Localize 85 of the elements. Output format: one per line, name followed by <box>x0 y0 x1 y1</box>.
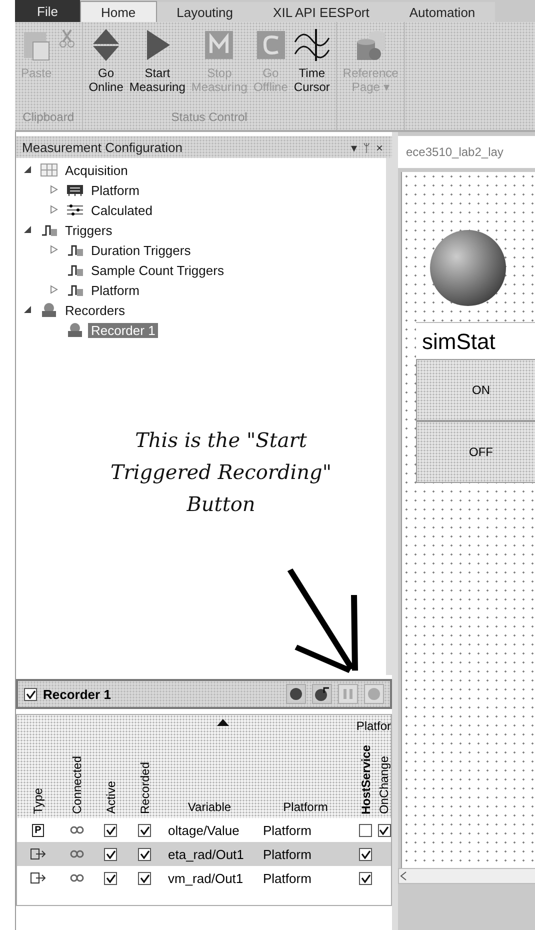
ribbon-tab[interactable]: Layouting <box>156 2 254 22</box>
group-label: Status Control <box>170 110 248 126</box>
checkbox[interactable] <box>359 824 372 836</box>
checkbox[interactable] <box>104 872 117 884</box>
checkbox[interactable] <box>378 824 390 836</box>
column-group-header: Platfor <box>356 719 391 733</box>
tree-item[interactable]: Triggers <box>62 222 116 238</box>
trigger-icon <box>40 223 58 237</box>
annotation-text: This is the "Start Triggered Recording" Button <box>109 427 333 518</box>
parameter-type-icon: P <box>32 824 44 836</box>
checkbox[interactable] <box>24 688 37 700</box>
checkbox[interactable] <box>359 848 372 860</box>
sort-caret-icon <box>217 719 229 726</box>
tree-item[interactable]: Platform <box>88 182 142 198</box>
recorder-icon <box>40 302 58 318</box>
recorder-icon <box>66 322 84 338</box>
tree-item[interactable]: Calculated <box>88 202 156 218</box>
ribbon-tab[interactable]: Home <box>80 1 157 22</box>
tree-item[interactable]: Acquisition <box>62 162 131 178</box>
table-cell-text: vm_rad/Out1 <box>167 870 244 886</box>
group-label: Clipboard <box>22 110 76 126</box>
panel-control[interactable]: ᛘ <box>360 140 373 154</box>
letter-m-icon <box>204 28 234 62</box>
panel-control[interactable]: ▾ <box>348 140 360 154</box>
tree-item[interactable]: Duration Triggers <box>88 242 194 258</box>
ribbon-tab[interactable]: File <box>15 0 80 22</box>
tree-item[interactable]: Sample Count Triggers <box>88 262 227 278</box>
checkbox[interactable] <box>138 872 151 884</box>
display-label: simStat <box>416 322 535 359</box>
ribbon-tab[interactable]: Automation <box>389 2 496 22</box>
ribbon-button[interactable]: Start Measuring <box>127 28 188 110</box>
link-icon <box>70 874 84 882</box>
table-cell-text: oltage/Value <box>167 822 240 838</box>
trigger-record-icon <box>314 687 330 701</box>
output-type-icon <box>30 872 46 884</box>
column-header[interactable]: Type <box>31 788 45 818</box>
trigger-icon <box>66 263 84 277</box>
ribbon-button[interactable]: Time Cursor <box>292 28 332 110</box>
trigger-icon <box>66 283 84 297</box>
column-header[interactable]: Variable <box>188 800 232 818</box>
column-header[interactable]: HostService <box>358 744 372 818</box>
column-header[interactable]: Platform <box>283 800 328 818</box>
checkbox[interactable] <box>104 848 117 860</box>
column-header[interactable]: Connected <box>70 756 84 818</box>
checkbox[interactable] <box>104 824 117 836</box>
column-header[interactable]: Active <box>104 781 118 818</box>
tree-item[interactable]: Recorder 1 <box>88 322 158 338</box>
pause-icon <box>341 687 355 701</box>
checkbox[interactable] <box>359 872 372 884</box>
column-header[interactable]: Recorded <box>138 762 152 818</box>
table-cell-text: eta_rad/Out1 <box>167 846 244 862</box>
panel-control[interactable]: × <box>372 140 386 154</box>
recorder-button[interactable] <box>312 684 332 704</box>
scroll-left-icon[interactable] <box>399 871 409 881</box>
switch-button[interactable]: OFF <box>416 421 535 483</box>
trigger-icon <box>66 243 84 257</box>
ribbon-button[interactable]: Go Online <box>86 28 126 110</box>
up-down-arrows-icon <box>91 28 122 62</box>
recorder-label: Recorder 1 <box>43 686 112 702</box>
record-icon <box>367 687 381 701</box>
switch-button[interactable]: ON <box>416 359 535 421</box>
panel-title: Measurement Configuration <box>22 140 182 154</box>
output-type-icon <box>30 848 46 860</box>
tree-item[interactable]: Platform <box>88 282 142 298</box>
wave-cursor-icon <box>294 28 330 62</box>
recorder-button[interactable] <box>286 684 306 704</box>
ribbon-tab[interactable]: XIL API EESPort <box>253 2 390 22</box>
column-header[interactable]: OnChange <box>377 756 391 818</box>
circuit-board-icon <box>66 183 84 197</box>
scissors-icon <box>58 28 75 48</box>
horizontal-scrollbar[interactable] <box>398 868 535 884</box>
tree-item[interactable]: Recorders <box>62 302 128 318</box>
sliders-icon <box>66 203 84 217</box>
link-icon <box>70 826 84 834</box>
document-tab[interactable]: ece3510_lab2_lay <box>398 136 535 168</box>
grid-icon <box>40 163 58 177</box>
table-cell-text: Platform <box>262 822 312 838</box>
table-cell-text: Platform <box>262 846 312 862</box>
letter-c-icon <box>256 28 286 62</box>
checkbox[interactable] <box>138 824 151 836</box>
table-row[interactable]: eta_rad/Out1 Platform <box>17 842 391 866</box>
link-icon <box>70 850 84 858</box>
record-icon <box>289 687 303 701</box>
table-cell-text: Platform <box>262 870 312 886</box>
checkbox[interactable] <box>138 848 151 860</box>
